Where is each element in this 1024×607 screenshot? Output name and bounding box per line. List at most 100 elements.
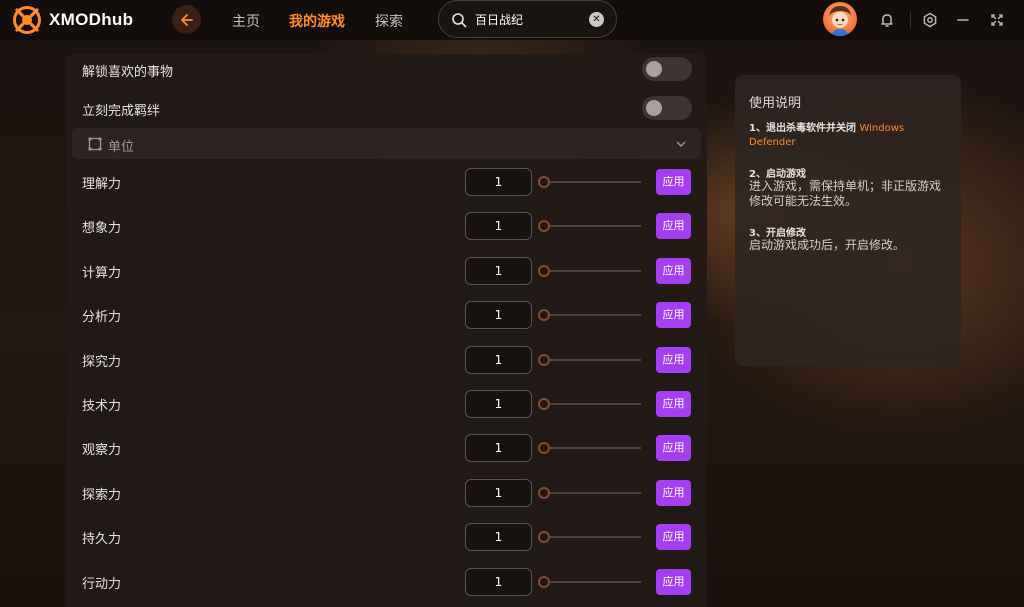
apply-button[interactable]: 应用 (656, 347, 691, 373)
mods-panel: 解锁喜欢的事物 立刻完成羁绊 单位 理解力 应用 想象力 (66, 54, 707, 607)
stat-label: 观察力 (82, 443, 122, 458)
instructions-card: 使用说明 1、退出杀毒软件并关闭 Windows Defender 2、启动游戏… (735, 75, 961, 366)
chevron-down-icon (676, 141, 686, 147)
fullscreen-icon[interactable] (989, 12, 1005, 28)
search-icon (452, 13, 467, 28)
section-title: 单位 (108, 140, 135, 155)
unit-icon (88, 137, 102, 151)
step-3-title: 3、开启修改 (749, 228, 806, 239)
stat-value-input[interactable] (465, 168, 532, 196)
stat-slider[interactable] (544, 492, 641, 494)
minimize-icon[interactable] (955, 12, 971, 28)
stat-value-input[interactable] (465, 301, 532, 329)
stat-value-input[interactable] (465, 434, 532, 462)
stat-slider[interactable] (544, 270, 641, 272)
nav-item-explore[interactable]: 探索 (375, 11, 403, 31)
stat-slider[interactable] (544, 536, 641, 538)
stat-slider[interactable] (544, 225, 641, 227)
clear-search-icon[interactable]: ✕ (589, 12, 604, 27)
stat-row: 计算力 应用 (82, 257, 692, 285)
stat-value-input[interactable] (465, 523, 532, 551)
stat-row: 想象力 应用 (82, 212, 692, 240)
apply-button[interactable]: 应用 (656, 302, 691, 328)
stat-label: 行动力 (82, 577, 122, 592)
app-logo[interactable]: XMODhub (13, 6, 133, 34)
toggle-row: 立刻完成羁绊 (82, 96, 692, 122)
stat-label: 想象力 (82, 221, 122, 236)
apply-button[interactable]: 应用 (656, 480, 691, 506)
stat-slider[interactable] (544, 403, 641, 405)
slider-thumb[interactable] (538, 309, 550, 321)
slider-thumb[interactable] (538, 442, 550, 454)
slider-thumb[interactable] (538, 576, 550, 588)
stat-slider[interactable] (544, 581, 641, 583)
stat-label: 技术力 (82, 399, 122, 414)
app-name: XMODhub (49, 10, 134, 29)
nav-item-home[interactable]: 主页 (232, 11, 260, 31)
slider-thumb[interactable] (538, 265, 550, 277)
stat-row: 分析力 应用 (82, 301, 692, 329)
settings-icon[interactable] (922, 12, 938, 28)
stat-row: 持久力 应用 (82, 523, 692, 551)
apply-button[interactable]: 应用 (656, 258, 691, 284)
stat-value-input[interactable] (465, 390, 532, 418)
unlock-favorites-toggle[interactable] (642, 57, 692, 81)
toggle-label: 立刻完成羁绊 (82, 104, 161, 119)
stat-slider[interactable] (544, 181, 641, 183)
step-1-text: 1、退出杀毒软件并关闭 (749, 123, 856, 134)
toolbar-divider (910, 12, 911, 28)
toggle-row: 解锁喜欢的事物 (82, 57, 692, 83)
stat-label: 探究力 (82, 355, 122, 370)
apply-button[interactable]: 应用 (656, 524, 691, 550)
stat-slider[interactable] (544, 359, 641, 361)
user-avatar[interactable] (823, 2, 857, 36)
stat-row: 技术力 应用 (82, 390, 692, 418)
apply-button[interactable]: 应用 (656, 569, 691, 595)
step-1-title: 1、退出杀毒软件并关闭 Windows Defender (749, 122, 949, 150)
toggle-knob (646, 100, 662, 116)
nav-item-my-games[interactable]: 我的游戏 (289, 11, 345, 31)
stat-label: 计算力 (82, 266, 122, 281)
slider-thumb[interactable] (538, 398, 550, 410)
apply-button[interactable]: 应用 (656, 169, 691, 195)
slider-thumb[interactable] (538, 531, 550, 543)
bell-icon[interactable] (879, 12, 895, 28)
stat-row: 探究力 应用 (82, 346, 692, 374)
search-box: ✕ (438, 0, 617, 38)
stat-value-input[interactable] (465, 479, 532, 507)
stat-slider[interactable] (544, 447, 641, 449)
apply-button[interactable]: 应用 (656, 435, 691, 461)
arrow-left-icon (180, 13, 193, 26)
slider-thumb[interactable] (538, 354, 550, 366)
complete-bond-toggle[interactable] (642, 96, 692, 120)
slider-thumb[interactable] (538, 487, 550, 499)
stat-label: 探索力 (82, 488, 122, 503)
xmodhub-logo-icon (13, 6, 41, 34)
stat-value-input[interactable] (465, 212, 532, 240)
search-input[interactable] (475, 9, 585, 29)
stat-row: 行动力 应用 (82, 568, 692, 596)
back-button[interactable] (172, 5, 201, 34)
instructions-title: 使用说明 (749, 96, 802, 111)
stat-value-input[interactable] (465, 257, 532, 285)
step-2-title: 2、启动游戏 (749, 169, 806, 180)
stat-label: 理解力 (82, 177, 122, 192)
toggle-label: 解锁喜欢的事物 (82, 65, 174, 80)
step-2-body: 进入游戏，需保持单机；非正版游戏修改可能无法生效。 (749, 179, 942, 208)
stat-value-input[interactable] (465, 346, 532, 374)
stat-row: 理解力 应用 (82, 168, 692, 196)
stat-label: 持久力 (82, 532, 122, 547)
stat-row: 观察力 应用 (82, 434, 692, 462)
top-bar: XMODhub 主页 我的游戏 探索 ✕ (0, 0, 1024, 40)
avatar-face-icon (829, 6, 851, 36)
slider-thumb[interactable] (538, 176, 550, 188)
stat-value-input[interactable] (465, 568, 532, 596)
stat-slider[interactable] (544, 314, 641, 316)
apply-button[interactable]: 应用 (656, 391, 691, 417)
section-header-unit[interactable]: 单位 (72, 128, 701, 159)
toggle-knob (646, 61, 662, 77)
stat-label: 分析力 (82, 310, 122, 325)
stat-row: 探索力 应用 (82, 479, 692, 507)
slider-thumb[interactable] (538, 220, 550, 232)
apply-button[interactable]: 应用 (656, 213, 691, 239)
